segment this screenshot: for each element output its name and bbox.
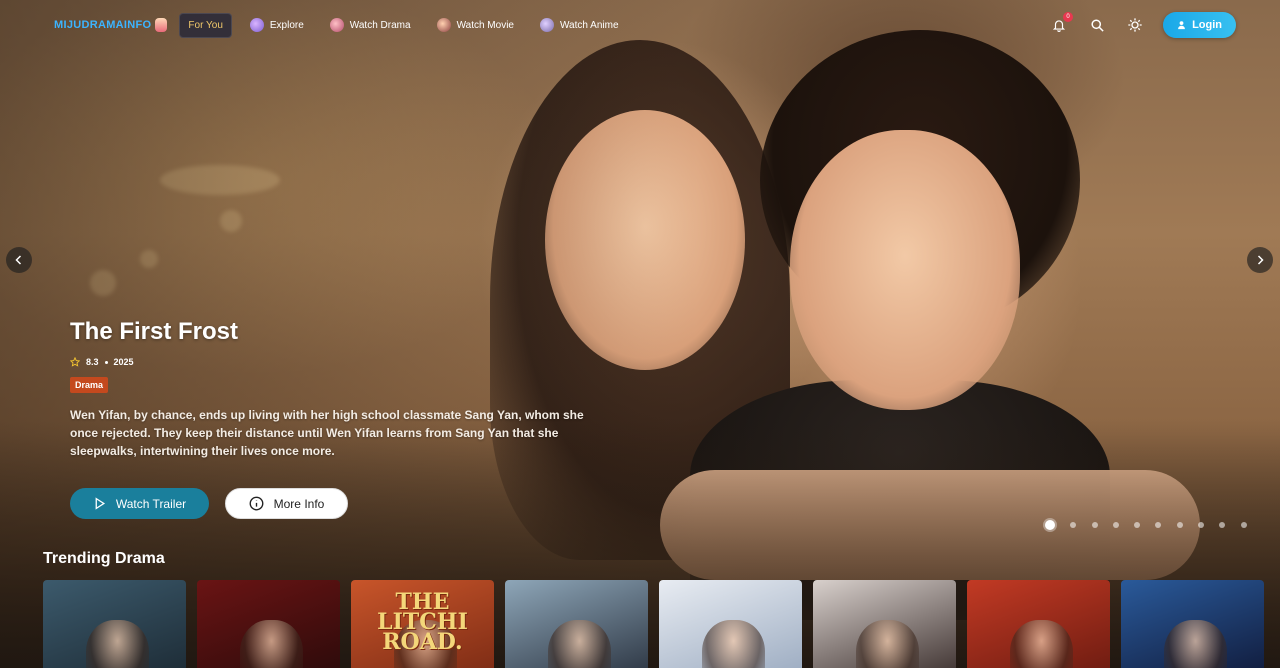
login-button[interactable]: Login [1163, 12, 1236, 38]
info-icon [249, 496, 264, 511]
chevron-right-icon [1257, 255, 1264, 265]
nav-item-for-you[interactable]: For You [179, 12, 232, 38]
nav-item-label: For You [188, 19, 223, 31]
nav-item-watch-drama[interactable]: Watch Drama [322, 12, 419, 38]
carousel-dot[interactable] [1155, 522, 1162, 528]
drama-poster-card[interactable] [197, 580, 340, 668]
play-icon [95, 497, 105, 510]
notifications-button[interactable]: 0 [1049, 12, 1074, 35]
theme-toggle-button[interactable] [1125, 15, 1145, 35]
carousel-pagination [1045, 520, 1247, 530]
carousel-dot[interactable] [1112, 522, 1119, 528]
carousel-prev-button[interactable] [6, 247, 32, 273]
poster-image [1009, 620, 1073, 668]
carousel-dot[interactable] [1219, 522, 1226, 528]
poster-image [855, 620, 919, 668]
genre-badge[interactable]: Drama [70, 377, 109, 393]
search-icon [1091, 18, 1104, 32]
drama-poster-card[interactable] [43, 580, 186, 668]
carousel-next-button[interactable] [1247, 247, 1273, 273]
poster-image [701, 620, 765, 668]
drama-poster-card[interactable] [659, 580, 802, 668]
carousel-dot[interactable] [1176, 522, 1183, 528]
carousel-dot[interactable] [1198, 522, 1205, 528]
poster-image [85, 620, 149, 668]
chevron-left-icon [15, 255, 22, 265]
drama-poster-card[interactable]: THE LITCHI ROAD. [351, 580, 494, 668]
site-logo[interactable]: MIJUDRAMAINFO [54, 18, 168, 32]
top-navbar: MIJUDRAMAINFO For You Explore Watch Dram… [0, 0, 1280, 50]
hero-rating: 8.3 [86, 357, 99, 367]
anime-icon [539, 18, 554, 32]
drama-poster-card[interactable] [1121, 580, 1264, 668]
hero-description: Wen Yifan, by chance, ends up living wit… [70, 408, 584, 458]
trending-section-title: Trending Drama [43, 550, 165, 567]
meta-separator [104, 360, 108, 364]
logo-mascot-icon [155, 18, 168, 32]
notification-badge: 0 [1063, 12, 1074, 22]
drama-poster-card[interactable] [505, 580, 648, 668]
more-info-label: More Info [273, 496, 325, 511]
search-button[interactable] [1087, 15, 1107, 35]
carousel-dot[interactable] [1091, 522, 1098, 528]
more-info-button[interactable]: More Info [225, 488, 348, 519]
nav-item-label: Watch Anime [559, 19, 619, 31]
drama-poster-card[interactable] [967, 580, 1110, 668]
nav-item-watch-movie[interactable]: Watch Movie [429, 12, 522, 38]
movie-icon [436, 18, 451, 32]
poster-image [547, 620, 611, 668]
login-label: Login [1192, 19, 1222, 31]
hero-meta: 8.3 2025 [70, 357, 134, 367]
poster-image [1163, 620, 1227, 668]
poster-image [239, 620, 303, 668]
drama-poster-card[interactable] [813, 580, 956, 668]
explore-icon [249, 18, 264, 32]
nav-item-explore[interactable]: Explore [242, 12, 312, 38]
page: MIJUDRAMAINFO For You Explore Watch Dram… [0, 0, 1280, 668]
user-icon [1178, 21, 1185, 30]
watch-trailer-button[interactable]: Watch Trailer [70, 488, 209, 519]
nav-item-watch-anime[interactable]: Watch Anime [532, 12, 627, 38]
trending-cards-row: THE LITCHI ROAD. [43, 580, 1264, 668]
nav-item-label: Explore [269, 19, 304, 31]
hero-title: The First Frost [70, 318, 239, 345]
carousel-dot[interactable] [1134, 522, 1141, 528]
star-icon [70, 357, 80, 367]
watch-trailer-label: Watch Trailer [115, 496, 187, 511]
nav-item-label: Watch Drama [349, 19, 411, 31]
drama-icon [329, 18, 344, 32]
hero-year: 2025 [113, 357, 134, 367]
nav-item-label: Watch Movie [456, 19, 514, 31]
poster-title-text: THE LITCHI ROAD. [377, 589, 468, 655]
logo-text: MIJUDRAMAINFO [54, 19, 152, 31]
sun-icon [1128, 18, 1142, 32]
carousel-dot[interactable] [1070, 522, 1077, 528]
carousel-dot[interactable] [1045, 520, 1055, 530]
carousel-dot[interactable] [1240, 522, 1247, 528]
